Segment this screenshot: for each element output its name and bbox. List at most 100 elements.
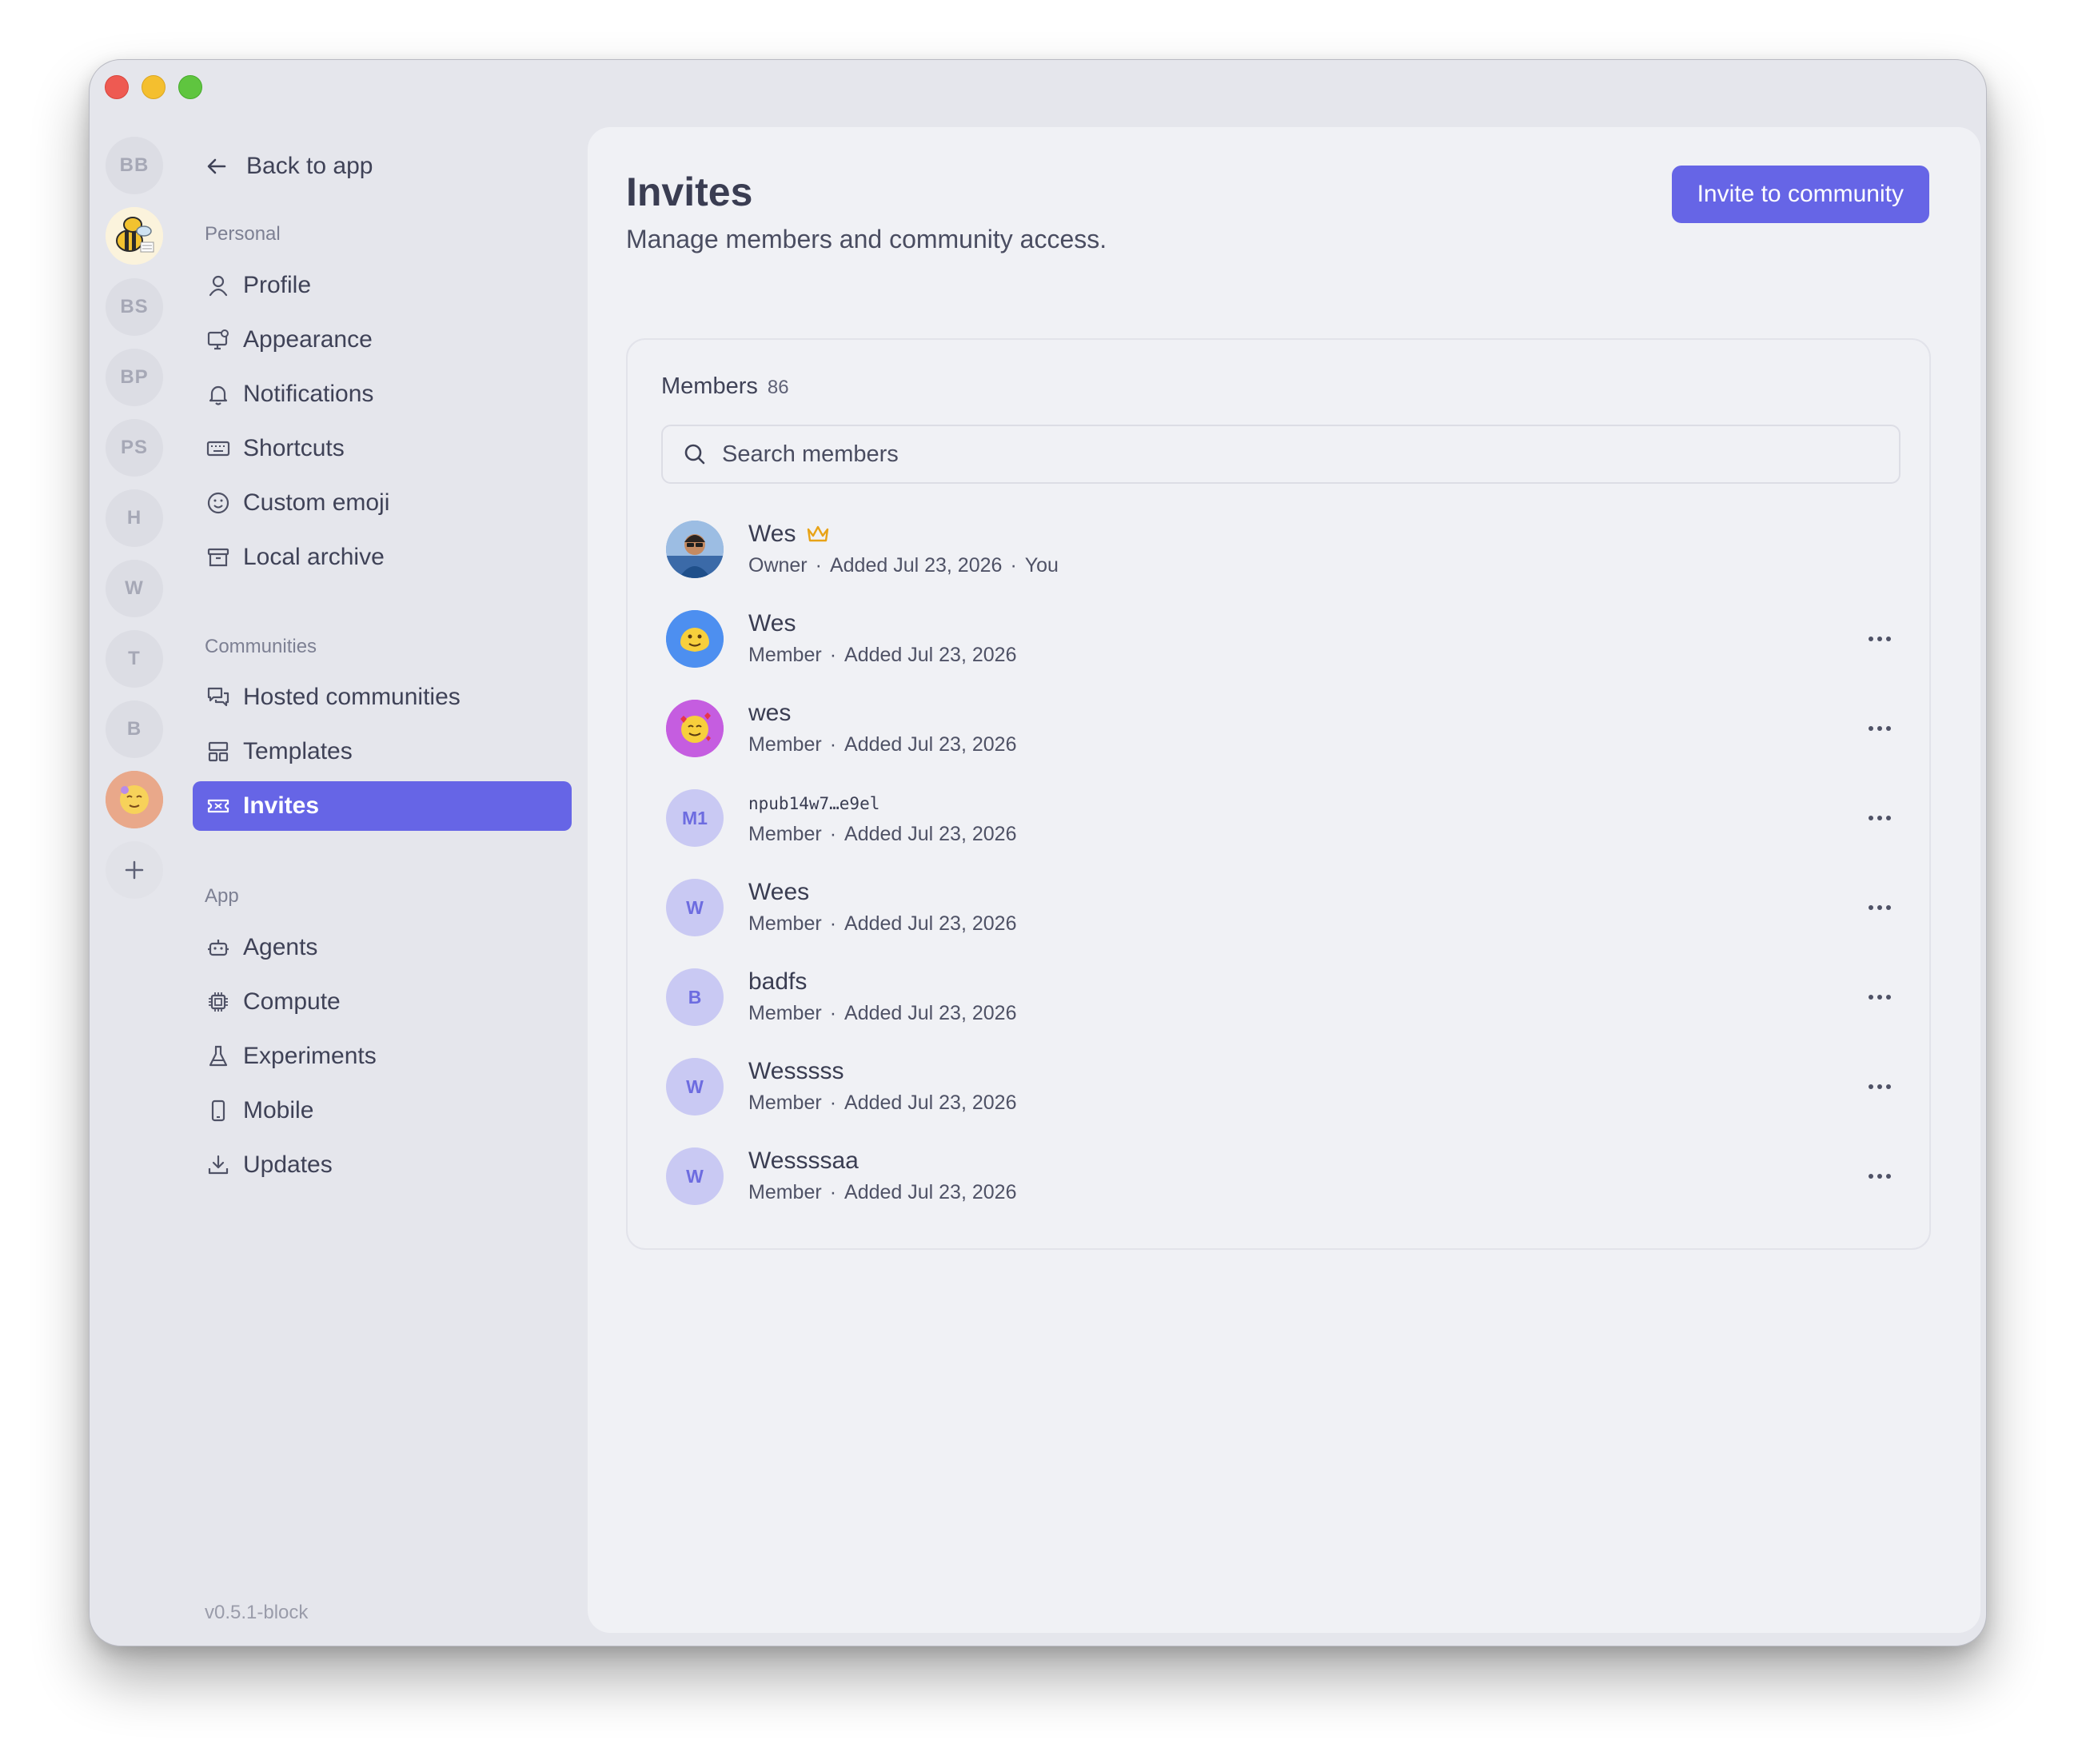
invite-to-community-button[interactable]: Invite to community [1671, 166, 1929, 223]
member-more-button[interactable] [1862, 712, 1897, 744]
bee-icon [106, 207, 163, 265]
crown-icon [808, 525, 829, 542]
meta-separator: · [829, 1181, 837, 1203]
member-role: Member [748, 912, 822, 935]
member-added: Added Jul 23, 2026 [844, 733, 1017, 756]
nav-custom-emoji[interactable]: Custom emoji [193, 478, 572, 528]
member-meta: Member · Added Jul 23, 2026 [748, 1181, 1016, 1204]
member-more-button[interactable] [1862, 981, 1897, 1013]
meta-separator: · [815, 554, 822, 577]
nav-appearance-label: Appearance [243, 326, 373, 353]
member-name: badfs [748, 968, 808, 995]
flask-icon [205, 1043, 232, 1070]
server-t[interactable]: T [106, 630, 163, 688]
member-more-button[interactable] [1862, 623, 1897, 655]
smiling-hearts-icon [666, 700, 724, 757]
search-members-input[interactable] [720, 440, 1843, 469]
cpu-icon [205, 988, 232, 1016]
layout-icon [205, 738, 232, 765]
server-ps[interactable]: PS [106, 419, 163, 477]
member-added: Added Jul 23, 2026 [829, 554, 1003, 577]
nav-shortcuts[interactable]: Shortcuts [193, 424, 572, 473]
server-w[interactable]: W [106, 560, 163, 617]
member-meta: Member · Added Jul 23, 2026 [748, 733, 1016, 756]
nav-mobile[interactable]: Mobile [193, 1086, 572, 1135]
nav-local-archive-label: Local archive [243, 544, 385, 570]
nav-notifications-label: Notifications [243, 381, 374, 407]
more-horizontal-icon [1869, 816, 1891, 820]
member-name: npub14w7…e9el [748, 794, 880, 813]
nav-updates[interactable]: Updates [193, 1140, 572, 1190]
member-avatar-initials: W [666, 1058, 724, 1115]
member-more-button[interactable] [1862, 1160, 1897, 1192]
nav-profile[interactable]: Profile [193, 261, 572, 310]
member-avatar-initials: M1 [666, 789, 724, 847]
member-role: Member [748, 644, 822, 666]
robot-icon [205, 934, 232, 961]
members-card: Members 86 Search members Wes Owner · Ad… [626, 338, 1931, 1250]
more-horizontal-icon [1869, 905, 1891, 910]
meta-separator: · [829, 912, 837, 935]
meta-separator: · [1010, 554, 1017, 577]
app-version: v0.5.1-block [205, 1602, 309, 1623]
members-header: Members 86 [661, 373, 789, 400]
meta-separator: · [829, 1092, 837, 1114]
member-more-button[interactable] [1862, 892, 1897, 924]
member-more-button[interactable] [1862, 1071, 1897, 1103]
nav-experiments-label: Experiments [243, 1043, 377, 1069]
server-bs[interactable]: BS [106, 278, 163, 336]
member-added: Added Jul 23, 2026 [844, 644, 1017, 666]
nav-invites[interactable]: Invites [193, 781, 572, 831]
member-name: Wes [748, 610, 796, 637]
member-role: Member [748, 1092, 822, 1114]
user-icon [205, 272, 232, 299]
member-name: wes [748, 700, 792, 726]
chat-bubbles-icon [205, 684, 232, 711]
member-more-button[interactable] [1862, 802, 1897, 834]
member-name-text: Wes [748, 521, 796, 547]
page-title: Invites [626, 170, 753, 214]
nav-templates-label: Templates [243, 738, 353, 764]
nav-custom-emoji-label: Custom emoji [243, 489, 390, 516]
member-role: Member [748, 823, 822, 845]
nav-hosted-communities[interactable]: Hosted communities [193, 672, 572, 722]
phone-icon [205, 1097, 232, 1124]
member-name: Wesssss [748, 1058, 844, 1084]
members-count: 86 [767, 377, 789, 398]
server-b[interactable]: B [106, 700, 163, 758]
nav-local-archive[interactable]: Local archive [193, 533, 572, 582]
add-server-button[interactable] [106, 841, 163, 899]
nav-compute[interactable]: Compute [193, 977, 572, 1027]
minimize-window-button[interactable] [142, 75, 166, 99]
server-emoji-avatar[interactable] [106, 771, 163, 828]
nav-experiments[interactable]: Experiments [193, 1032, 572, 1081]
nav-notifications[interactable]: Notifications [193, 369, 572, 419]
keyboard-icon [205, 435, 232, 462]
nav-appearance[interactable]: Appearance [193, 315, 572, 365]
back-to-app-label: Back to app [246, 153, 373, 179]
server-bee-avatar[interactable] [106, 207, 163, 265]
member-name: Wes [748, 521, 831, 548]
member-meta: Member · Added Jul 23, 2026 [748, 644, 1016, 667]
member-role: Member [748, 733, 822, 756]
server-bb[interactable]: BB [106, 137, 163, 194]
member-meta: Member · Added Jul 23, 2026 [748, 1002, 1016, 1025]
bell-icon [205, 381, 232, 408]
server-h[interactable]: H [106, 489, 163, 547]
nav-agents[interactable]: Agents [193, 923, 572, 972]
back-to-app-link[interactable]: Back to app [205, 146, 373, 186]
maximize-window-button[interactable] [178, 75, 202, 99]
member-avatar-emoji [666, 700, 724, 757]
emoji-face-icon [106, 771, 163, 828]
member-name: Wees [748, 879, 810, 905]
nav-mobile-label: Mobile [243, 1097, 314, 1123]
page-subtitle: Manage members and community access. [626, 225, 1107, 253]
section-personal: Personal [205, 223, 281, 245]
plus-icon [125, 860, 144, 880]
close-window-button[interactable] [105, 75, 129, 99]
search-box [661, 425, 1901, 484]
nav-templates[interactable]: Templates [193, 727, 572, 776]
more-horizontal-icon [1869, 637, 1891, 641]
member-row: W Wees Member · Added Jul 23, 2026 [666, 868, 1897, 948]
server-bp[interactable]: BP [106, 349, 163, 406]
